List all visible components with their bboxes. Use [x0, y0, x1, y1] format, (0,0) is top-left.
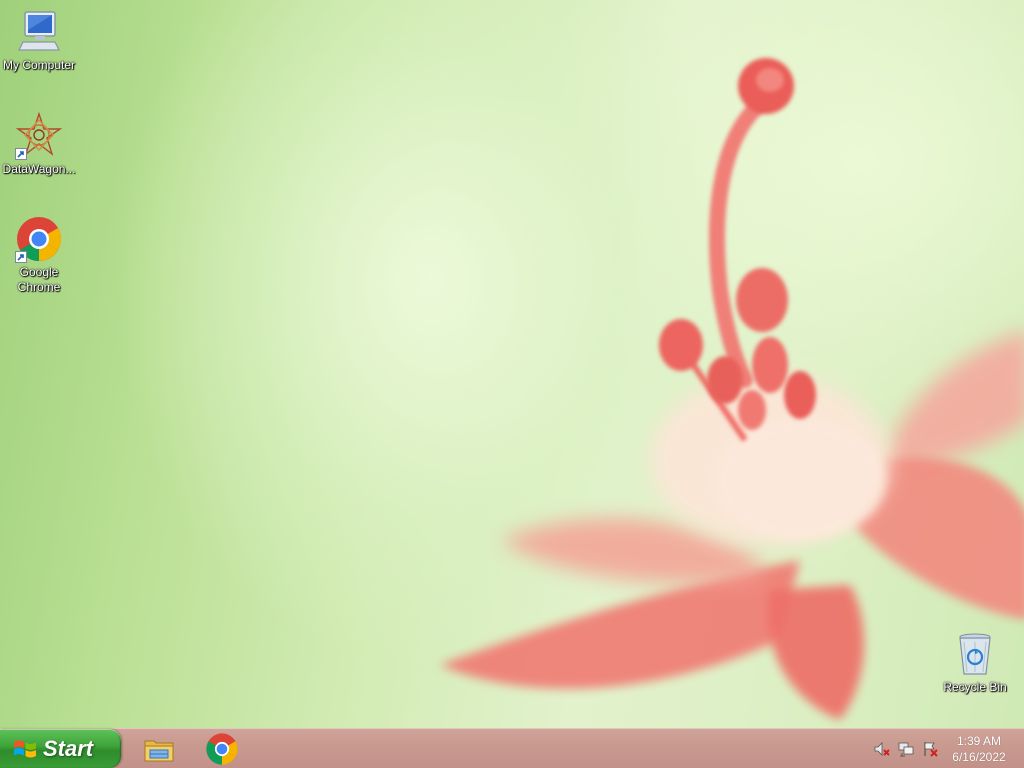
datawagon-icon — [15, 111, 63, 160]
desktop-icon-datawagon[interactable]: DataWagon... — [0, 111, 79, 177]
start-label: Start — [43, 736, 94, 761]
computer-icon — [15, 8, 63, 56]
desktop-icon-label: Recycle Bin — [943, 680, 1007, 694]
desktop[interactable]: My Computer DataWagon... Google Chrome R… — [0, 0, 1024, 768]
start-button[interactable]: Start — [0, 729, 121, 768]
recycle-bin-icon — [951, 630, 999, 678]
chrome-icon — [15, 215, 63, 263]
volume-muted-icon[interactable] — [874, 741, 890, 757]
desktop-icon-label: DataWagon... — [2, 162, 76, 176]
taskbar-clock[interactable]: 1:39 AM 6/16/2022 — [936, 733, 1022, 765]
clock-date: 6/16/2022 — [952, 750, 1006, 764]
taskbar: Start 1:39 AM 6/16/2022 — [0, 728, 1024, 768]
taskbar-chrome-button[interactable] — [205, 732, 239, 766]
clock-time: 1:39 AM — [956, 734, 1002, 748]
folder-icon — [144, 740, 174, 762]
desktop-icon-label: My Computer — [2, 58, 76, 72]
desktop-icon-my-computer[interactable]: My Computer — [0, 8, 79, 73]
network-icon[interactable] — [898, 741, 914, 757]
shortcut-arrow-icon — [15, 251, 27, 263]
desktop-icon-recycle-bin[interactable]: Recycle Bin — [935, 630, 1015, 695]
chrome-icon — [206, 733, 238, 765]
desktop-icon-google-chrome[interactable]: Google Chrome — [0, 215, 79, 295]
wallpaper-flower — [440, 58, 1024, 720]
taskbar-file-explorer-button[interactable] — [142, 732, 176, 766]
desktop-icon-label: Google Chrome — [17, 265, 61, 294]
shortcut-arrow-icon — [15, 148, 27, 160]
windows-flag-icon — [14, 740, 36, 758]
